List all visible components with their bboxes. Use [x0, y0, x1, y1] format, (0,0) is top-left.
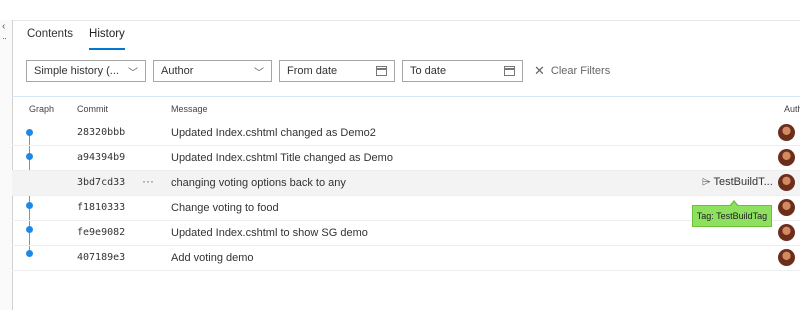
column-author[interactable]: Auth [784, 104, 800, 114]
dropdown-caret-icon: ﹀ [254, 67, 264, 79]
tab-history[interactable]: History [89, 28, 125, 50]
commit-message[interactable]: Updated Index.cshtml Title changed as De… [171, 152, 393, 164]
history-mode-value: Simple history (... [34, 65, 119, 77]
table-row[interactable]: 3bd7cd33 ··· changing voting options bac… [12, 171, 800, 196]
column-graph[interactable]: Graph [29, 104, 54, 114]
table-row[interactable]: a94394b9 Updated Index.cshtml Title chan… [12, 146, 800, 171]
collapse-chevron-icon[interactable]: ‹ [2, 22, 5, 32]
commit-sha[interactable]: 28320bbb [77, 127, 125, 138]
commit-message[interactable]: Change voting to food [171, 202, 279, 214]
commit-tag[interactable]: ⌲ TestBuildT... [702, 176, 773, 189]
commit-list: 28320bbb Updated Index.cshtml changed as… [12, 121, 800, 271]
author-filter-placeholder: Author [161, 65, 194, 77]
more-actions-button[interactable]: ··· [142, 174, 154, 188]
to-date-placeholder: To date [410, 65, 447, 77]
to-date-field[interactable]: To date [402, 60, 523, 82]
clear-filters-button[interactable]: ✕ Clear Filters [534, 63, 610, 79]
commit-sha[interactable]: a94394b9 [77, 152, 125, 163]
history-mode-dropdown[interactable]: Simple history (... ﹀ [26, 60, 146, 82]
tag-tooltip: Tag: TestBuildTag [692, 200, 772, 227]
avatar-icon [778, 174, 795, 191]
commit-message[interactable]: Add voting demo [171, 252, 254, 264]
tag-label: TestBuildT... [713, 176, 773, 188]
clear-filters-label: Clear Filters [550, 65, 611, 77]
author-filter-dropdown[interactable]: Author ﹀ [153, 60, 272, 82]
calendar-icon[interactable] [376, 66, 387, 76]
table-row[interactable]: f1810333 Change voting to food [12, 196, 800, 221]
tag-icon: ⌲ [702, 176, 711, 188]
avatar-icon [778, 149, 795, 166]
tab-contents[interactable]: Contents [27, 28, 73, 50]
avatar-icon [778, 224, 795, 241]
clear-x-icon: ✕ [534, 63, 545, 78]
table-row[interactable]: 28320bbb Updated Index.cshtml changed as… [12, 121, 800, 146]
dropdown-caret-icon: ﹀ [128, 67, 138, 79]
calendar-icon[interactable] [504, 66, 515, 76]
from-date-placeholder: From date [287, 65, 338, 77]
table-row[interactable]: fe9e9082 Updated Index.cshtml to show SG… [12, 221, 800, 246]
column-message[interactable]: Message [171, 104, 208, 114]
rail-more-icon: ·· [2, 33, 7, 43]
avatar-icon [778, 199, 795, 216]
avatar-icon [778, 249, 795, 266]
table-header: Graph Commit Message Auth [12, 96, 800, 119]
commit-message[interactable]: Updated Index.cshtml to show SG demo [171, 227, 368, 239]
commit-sha[interactable]: 407189e3 [77, 252, 125, 263]
filter-bar: Simple history (... ﹀ Author ﹀ From date… [26, 60, 610, 82]
top-bar [0, 0, 800, 21]
from-date-field[interactable]: From date [279, 60, 395, 82]
avatar-icon [778, 124, 795, 141]
column-commit[interactable]: Commit [77, 104, 108, 114]
table-row[interactable]: 407189e3 Add voting demo [12, 246, 800, 271]
tab-bar: Contents History [27, 28, 125, 50]
commit-message[interactable]: Updated Index.cshtml changed as Demo2 [171, 127, 376, 139]
commit-sha[interactable]: 3bd7cd33 [77, 177, 125, 188]
commit-sha[interactable]: fe9e9082 [77, 227, 125, 238]
commit-sha[interactable]: f1810333 [77, 202, 125, 213]
commit-message[interactable]: changing voting options back to any [171, 177, 346, 189]
